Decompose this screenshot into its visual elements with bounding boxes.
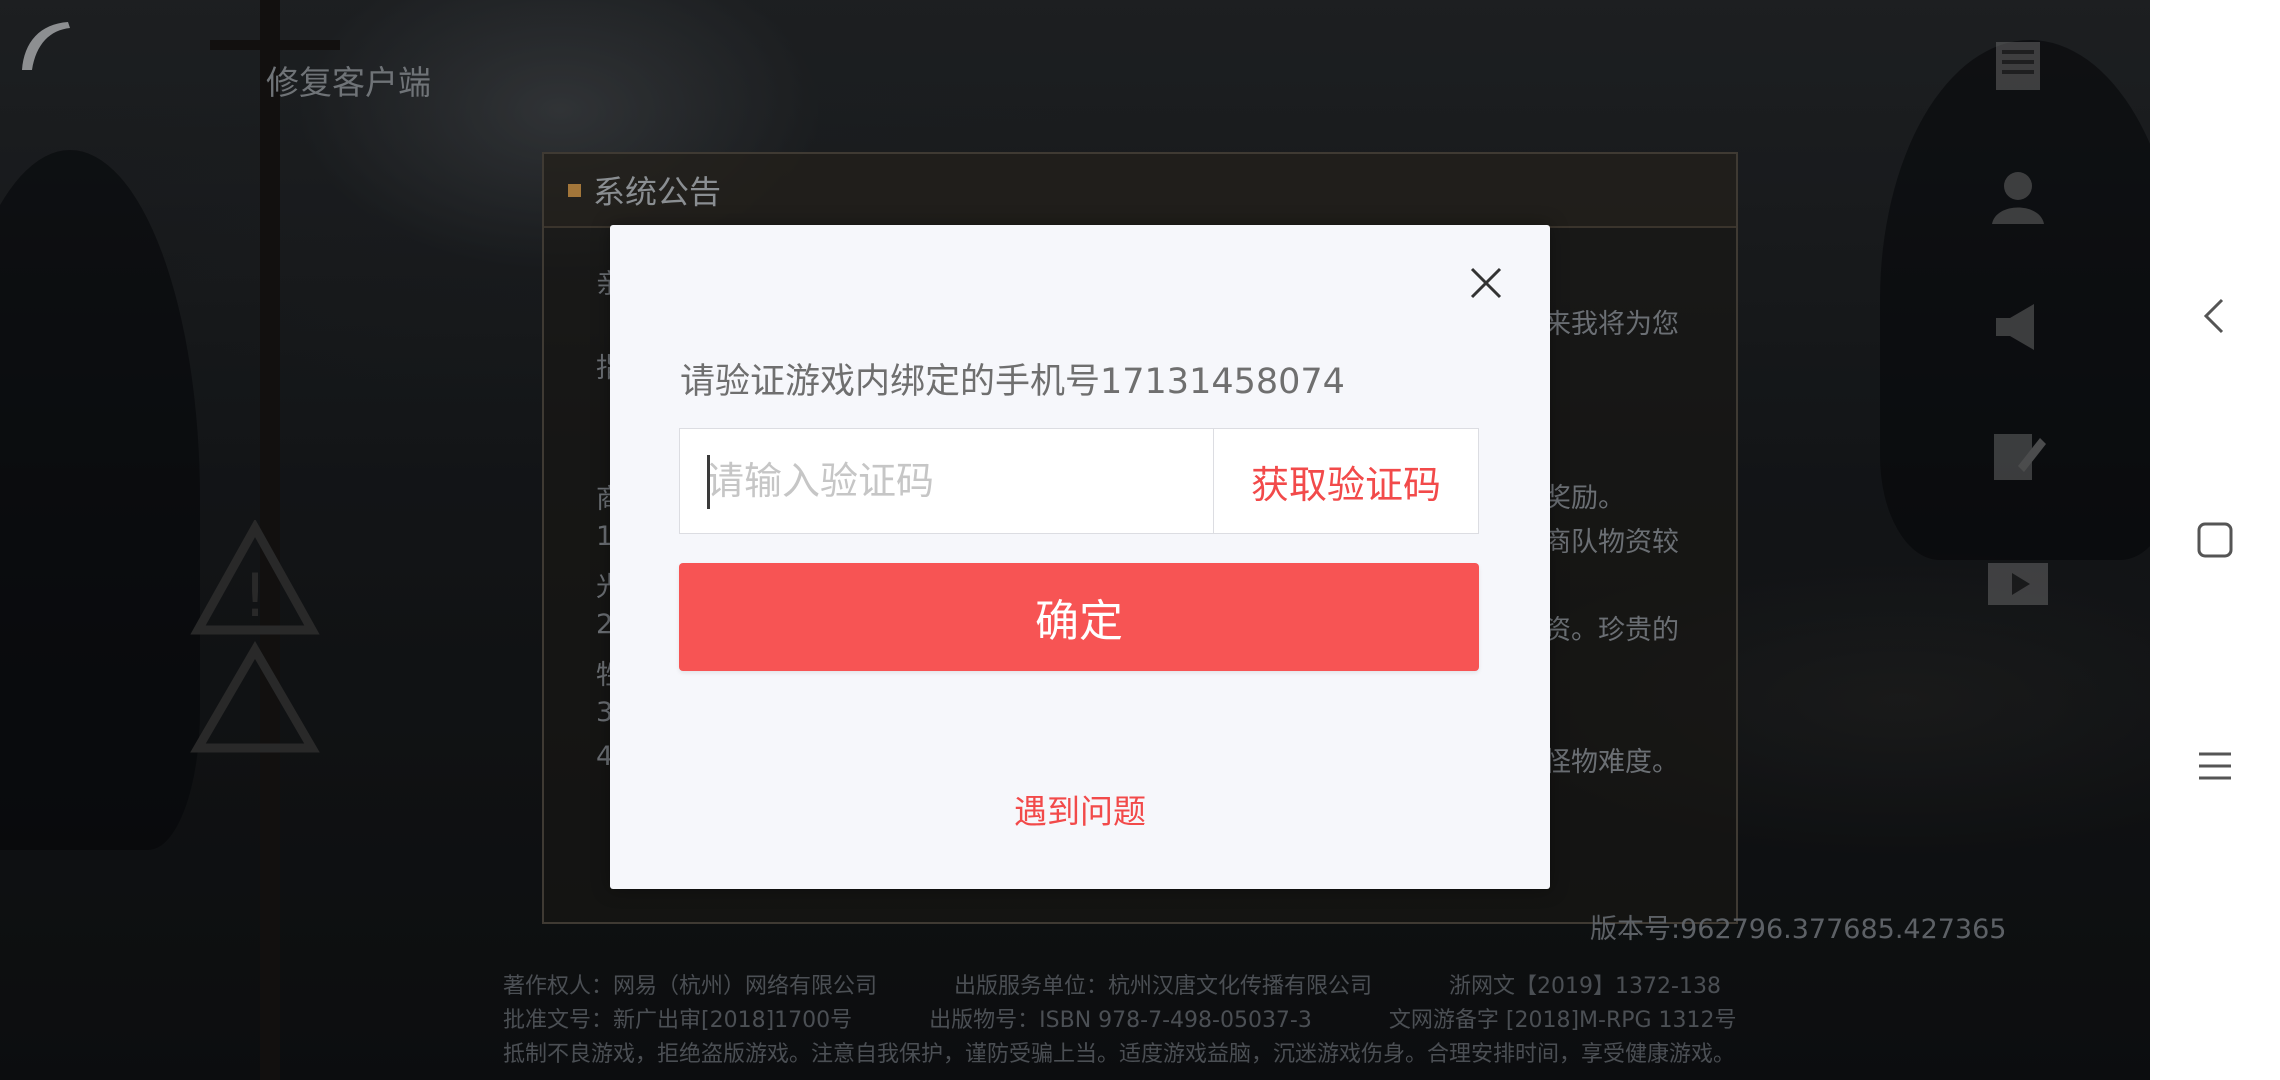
megaphone-icon[interactable] bbox=[1982, 290, 2054, 362]
legal-line: 抵制不良游戏，拒绝盗版游戏。注意自我保护，谨防受骗上当。适度游戏益脑，沉迷游戏伤… bbox=[503, 1036, 1803, 1070]
legal-text: 文网游备字 [2018]M-RPG 1312号 bbox=[1388, 1008, 1737, 1033]
confirm-button[interactable]: 确定 bbox=[679, 563, 1479, 671]
text-caret bbox=[707, 455, 710, 509]
legal-line: 批准文号：新广出审[2018]1700号 出版物号：ISBN 978-7-498… bbox=[503, 1002, 1803, 1036]
verification-code-row: 获取验证码 bbox=[679, 428, 1479, 534]
legal-text: 浙网文【2019】1372-138 bbox=[1449, 974, 1721, 999]
video-icon[interactable] bbox=[1982, 548, 2054, 620]
notice-fragment: 资。珍贵的 bbox=[1544, 615, 1679, 646]
notice-title: 系统公告 bbox=[593, 173, 722, 211]
verify-phone-prompt: 请验证游戏内绑定的手机号17131458074 bbox=[680, 362, 1345, 402]
phone-verification-dialog: 请验证游戏内绑定的手机号17131458074 获取验证码 确定 遇到问题 bbox=[610, 225, 1550, 889]
user-icon[interactable] bbox=[1982, 160, 2054, 232]
repair-client-link[interactable]: 修复客户端 bbox=[266, 56, 431, 104]
menu-lines-icon[interactable] bbox=[2187, 738, 2243, 794]
notice-fragment: 商队物资较 bbox=[1544, 527, 1679, 558]
legal-text: 出版服务单位：杭州汉唐文化传播有限公司 bbox=[954, 974, 1373, 999]
notepad-icon[interactable] bbox=[1982, 30, 2054, 102]
recent-apps-square-icon[interactable] bbox=[2187, 512, 2243, 568]
notice-fragment: 怪物难度。 bbox=[1544, 747, 1679, 778]
legal-line: 著作权人：网易（杭州）网络有限公司 出版服务单位：杭州汉唐文化传播有限公司 浙网… bbox=[503, 968, 1803, 1002]
back-chevron-icon[interactable] bbox=[2187, 288, 2243, 344]
notice-header: 系统公告 bbox=[544, 154, 1736, 228]
notice-bullet-icon bbox=[568, 183, 581, 197]
notice-fragment: 来我将为您 bbox=[1544, 309, 1679, 340]
get-code-button[interactable]: 获取验证码 bbox=[1213, 429, 1478, 533]
edit-icon[interactable] bbox=[1982, 420, 2054, 492]
version-number: 版本号:962796.377685.427365 bbox=[1590, 914, 2007, 945]
encounter-problem-link[interactable]: 遇到问题 bbox=[610, 785, 1550, 833]
legal-text: 著作权人：网易（杭州）网络有限公司 bbox=[503, 974, 878, 999]
verification-code-input[interactable] bbox=[680, 429, 1213, 533]
system-navigation-bar bbox=[2150, 0, 2280, 1080]
legal-footer: 著作权人：网易（杭州）网络有限公司 出版服务单位：杭州汉唐文化传播有限公司 浙网… bbox=[503, 968, 1803, 1070]
notice-fragment: 奖励。 bbox=[1544, 483, 1625, 514]
legal-text: 出版物号：ISBN 978-7-498-05037-3 bbox=[929, 1008, 1312, 1033]
legal-text: 抵制不良游戏，拒绝盗版游戏。注意自我保护，谨防受骗上当。适度游戏益脑，沉迷游戏伤… bbox=[503, 1042, 1736, 1067]
legal-text: 批准文号：新广出审[2018]1700号 bbox=[503, 1008, 853, 1033]
close-icon[interactable] bbox=[1462, 259, 1510, 307]
app-logo-icon bbox=[22, 22, 70, 70]
